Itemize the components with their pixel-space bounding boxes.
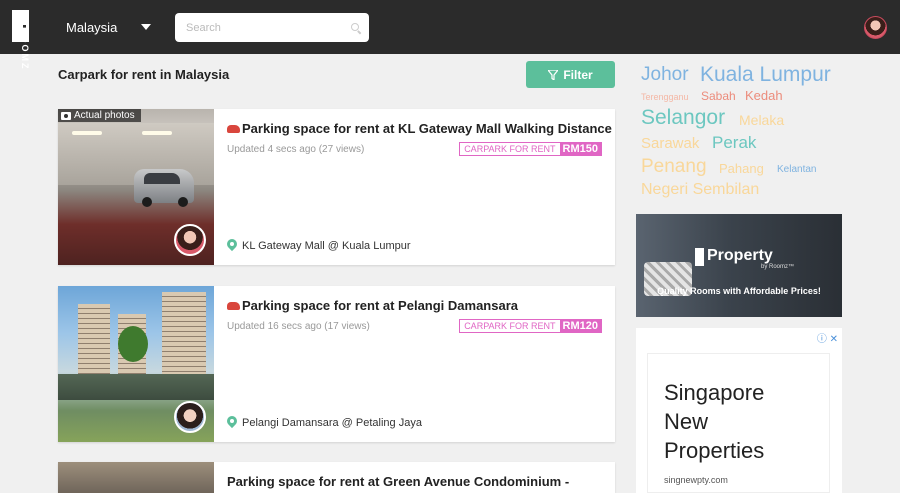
- state-link-kuala-lumpur[interactable]: Kuala Lumpur: [700, 63, 831, 87]
- state-link-sabah[interactable]: Sabah: [701, 89, 736, 103]
- brand-name: ROOMZ: [20, 27, 30, 71]
- price-tag: CARPARK FOR RENT RM120: [459, 319, 602, 333]
- state-link-pahang[interactable]: Pahang: [719, 161, 764, 176]
- page-title: Carpark for rent in Malaysia: [58, 67, 230, 82]
- listing-price: RM150: [559, 143, 601, 155]
- roomz-logo[interactable]: ROOMZ: [12, 9, 48, 71]
- price-tag: CARPARK FOR RENT RM150: [459, 142, 602, 156]
- country-selector[interactable]: Malaysia: [66, 20, 117, 35]
- property-byline: by Roomz™: [761, 264, 795, 270]
- ad-domain: singnewpty.com: [664, 475, 728, 485]
- owner-avatar[interactable]: [174, 401, 206, 433]
- state-link-kelantan[interactable]: Kelantan: [777, 164, 816, 175]
- listing-title[interactable]: Parking space for rent at Green Avenue C…: [227, 474, 569, 489]
- listing-location[interactable]: Pelangi Damansara @ Petaling Jaya: [227, 416, 422, 429]
- listing-title[interactable]: Parking space for rent at KL Gateway Mal…: [227, 121, 612, 136]
- listing-card[interactable]: Actual photos Parking space for rent at …: [58, 109, 615, 265]
- building-sign: [58, 374, 214, 400]
- state-link-melaka[interactable]: Melaka: [739, 112, 784, 128]
- listing-price: RM120: [559, 320, 601, 332]
- filter-label: Filter: [563, 67, 593, 82]
- car-icon: [227, 302, 240, 310]
- state-link-negeri-sembilan[interactable]: Negeri Sembilan: [641, 181, 759, 199]
- map-pin-icon: [227, 416, 237, 429]
- map-pin-icon: [227, 239, 237, 252]
- listing-card[interactable]: Parking space for rent at Green Avenue C…: [58, 462, 615, 493]
- chevron-down-icon[interactable]: [141, 24, 151, 30]
- state-link-penang[interactable]: Penang: [641, 156, 707, 178]
- state-link-johor[interactable]: Johor: [641, 64, 689, 86]
- actual-photos-label: Actual photos: [74, 110, 135, 121]
- state-link-sarawak[interactable]: Sarawak: [641, 135, 699, 152]
- actual-photos-badge: Actual photos: [58, 109, 141, 122]
- listing-type: CARPARK FOR RENT: [460, 143, 560, 155]
- listing-card[interactable]: Parking space for rent at Pelangi Damans…: [58, 286, 615, 442]
- state-link-perak[interactable]: Perak: [712, 133, 756, 153]
- owner-avatar[interactable]: [174, 224, 206, 256]
- car-icon: [227, 125, 240, 133]
- top-navigation-bar: ROOMZ Malaysia: [0, 0, 900, 71]
- listing-title[interactable]: Parking space for rent at Pelangi Damans…: [227, 298, 518, 313]
- search-input[interactable]: [175, 13, 369, 42]
- listing-meta: Updated 4 secs ago (27 views): [227, 144, 365, 155]
- user-avatar[interactable]: [864, 16, 887, 39]
- listing-type: CARPARK FOR RENT: [460, 320, 560, 332]
- door-icon: [695, 248, 704, 266]
- camera-icon: [61, 111, 71, 120]
- state-link-kedah[interactable]: Kedah: [745, 88, 783, 103]
- property-ad-banner[interactable]: Property by Roomz™ Quality Rooms with Af…: [636, 214, 842, 317]
- filter-icon: [548, 69, 559, 80]
- ad-headline: Singapore New Properties: [664, 380, 765, 463]
- listing-location[interactable]: KL Gateway Mall @ Kuala Lumpur: [227, 239, 411, 252]
- state-link-selangor[interactable]: Selangor: [641, 106, 725, 130]
- property-brand: Property: [707, 247, 773, 264]
- listing-meta: Updated 16 secs ago (17 views): [227, 321, 370, 332]
- listing-photo[interactable]: Actual photos: [58, 109, 214, 265]
- adchoices-icon[interactable]: ⓘ ✕: [817, 330, 838, 345]
- filter-button[interactable]: Filter: [526, 61, 615, 88]
- ad-content[interactable]: Singapore New Properties singnewpty.com: [647, 353, 830, 493]
- search-icon[interactable]: [351, 23, 359, 31]
- listing-photo[interactable]: [58, 286, 214, 442]
- property-tagline: Quality Rooms with Affordable Prices!: [657, 286, 821, 296]
- display-ad[interactable]: ⓘ ✕ Singapore New Properties singnewpty.…: [636, 328, 842, 493]
- state-link-terengganu[interactable]: Terengganu: [641, 92, 689, 102]
- listing-photo[interactable]: [58, 462, 214, 493]
